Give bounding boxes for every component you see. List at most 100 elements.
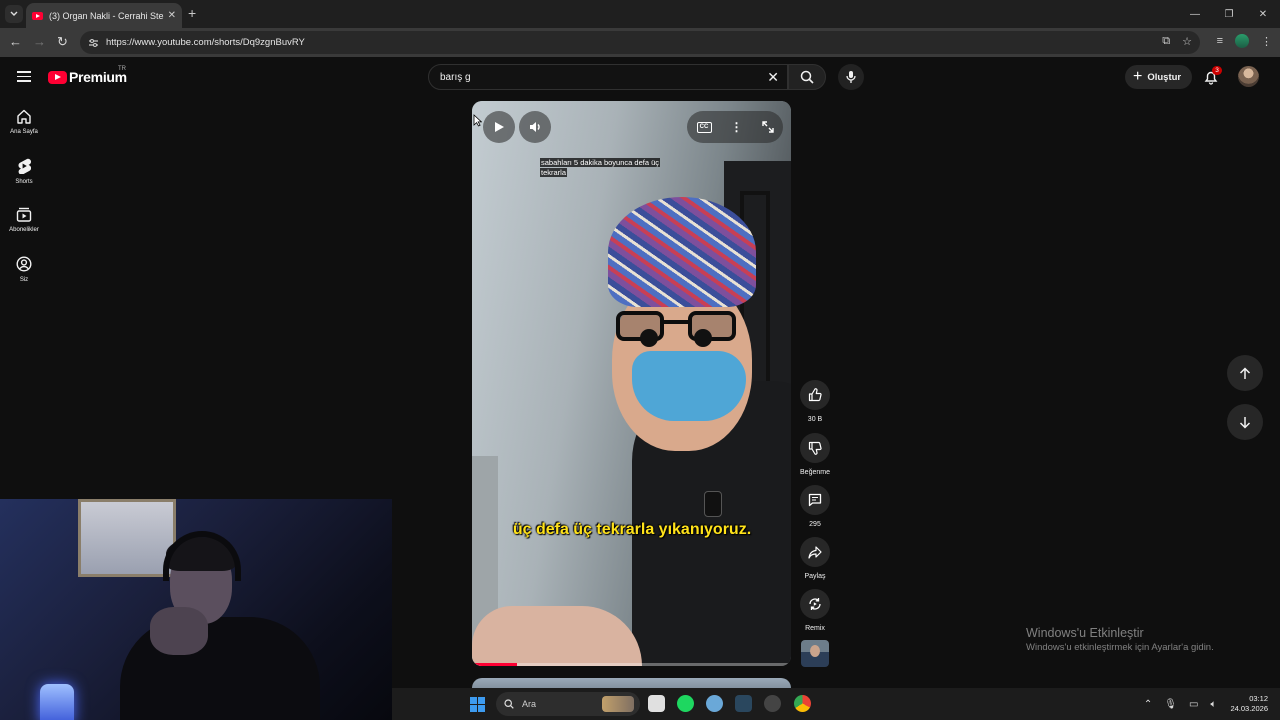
tray-network-icon[interactable]: ▭ (1189, 699, 1198, 710)
forward-arrow-icon[interactable]: → (33, 34, 46, 50)
youtube-logo-icon (48, 70, 67, 84)
sound-thumbnail[interactable] (801, 640, 829, 667)
site-info-icon[interactable] (86, 36, 100, 50)
home-icon (17, 109, 31, 124)
guide-item-label: Abonelikler (9, 227, 39, 233)
guide-item-label: Siz (19, 277, 29, 283)
search-button[interactable] (788, 64, 826, 90)
media-control-icon[interactable]: ≡ (1217, 35, 1223, 47)
webcam-lamp (40, 684, 74, 720)
create-label: Oluştur (1147, 71, 1182, 83)
remix-action[interactable]: Remix (797, 589, 833, 632)
windows-activation-watermark: Windows'u Etkinleştir Windows'u etkinleş… (1026, 626, 1214, 653)
next-short-button[interactable] (1227, 404, 1263, 440)
video-scene-lapel-mic (704, 491, 722, 517)
guide-item-shorts[interactable]: Shorts (0, 158, 48, 185)
tab-search-button[interactable] (5, 5, 23, 23)
video-scene-surgical-cap (608, 197, 756, 307)
volume-button[interactable] (519, 111, 551, 143)
clock-date: 24.03.2026 (1230, 704, 1268, 713)
mouse-cursor-icon (473, 114, 482, 127)
thumbs-down-icon (808, 441, 822, 455)
browser-toolbar: ← → ↻ https://www.youtube.com/shorts/Dq9… (0, 28, 1280, 57)
remix-button[interactable] (800, 589, 830, 619)
minimize-icon[interactable]: — (1178, 0, 1212, 28)
captions-button[interactable]: CC (696, 121, 712, 133)
screen: (3) Organ Nakli - Cerrahi Steril ✕ + — ❐… (0, 0, 1280, 720)
taskbar-search[interactable]: Ara (496, 692, 640, 716)
dislike-button[interactable] (800, 433, 830, 463)
browser-tab-active[interactable]: (3) Organ Nakli - Cerrahi Steril ✕ (26, 3, 182, 28)
new-tab-button[interactable]: + (188, 5, 196, 21)
share-icon (808, 545, 822, 559)
windows-taskbar: Ara ⌃ 🎙︎ ▭ 🔈︎ 03:12 24.03.2026 (392, 688, 1280, 720)
clear-search-icon[interactable]: ✕ (767, 69, 779, 85)
comments-button[interactable] (800, 485, 830, 515)
browser-tab-strip: (3) Organ Nakli - Cerrahi Steril ✕ + — ❐… (0, 0, 1280, 28)
shorts-icon (18, 158, 31, 174)
file-explorer-icon[interactable] (648, 695, 665, 712)
close-window-icon[interactable]: ✕ (1246, 0, 1280, 28)
address-bar[interactable]: https://www.youtube.com/shorts/Dq9zgnBuv… (80, 31, 1200, 54)
account-avatar[interactable] (1238, 66, 1259, 87)
more-options-icon[interactable]: ⋮ (731, 121, 743, 133)
install-app-icon[interactable]: ⧉ (1162, 35, 1170, 48)
create-button[interactable]: + Oluştur (1125, 65, 1193, 89)
notification-badge: 3 (1212, 66, 1222, 75)
spotify-icon[interactable] (677, 695, 694, 712)
youtube-favicon-icon (32, 11, 43, 20)
auto-caption: sabahları 5 dakika boyunca defa üç tekra… (540, 158, 670, 178)
network-app-icon[interactable] (706, 695, 723, 712)
youtube-masthead: Premium TR barış g ✕ + Oluştur 3 (0, 57, 1280, 97)
like-button[interactable] (800, 380, 830, 410)
dislike-label: Beğenme (800, 469, 830, 476)
voice-search-button[interactable] (838, 64, 864, 90)
start-button[interactable] (470, 697, 485, 712)
menu-icon[interactable] (17, 71, 31, 82)
url-text: https://www.youtube.com/shorts/Dq9zgnBuv… (106, 37, 305, 48)
remix-icon (809, 598, 821, 610)
guide-item-label: Shorts (15, 179, 33, 185)
search-icon (504, 699, 514, 709)
country-code: TR (118, 66, 126, 72)
youtube-premium-logo[interactable]: Premium TR (48, 66, 127, 85)
share-button[interactable] (800, 537, 830, 567)
reload-icon[interactable]: ↻ (57, 34, 68, 50)
guide-item-subscriptions[interactable]: Abonelikler (0, 207, 48, 233)
browser-menu-icon[interactable]: ⋮ (1261, 35, 1272, 48)
microphone-icon (846, 71, 856, 83)
clock-time: 03:12 (1249, 694, 1268, 703)
fullscreen-icon[interactable] (761, 121, 774, 133)
previous-short-button[interactable] (1227, 355, 1263, 391)
tray-overflow-icon[interactable]: ⌃ (1144, 699, 1152, 710)
comments-action[interactable]: 295 (797, 485, 833, 528)
guide-item-label: Ana Sayfa (10, 129, 38, 135)
tab-close-icon[interactable]: ✕ (168, 10, 176, 21)
guide-item-home[interactable]: Ana Sayfa (0, 109, 48, 135)
thumbs-up-icon (808, 388, 822, 402)
taskbar-clock[interactable]: 03:12 24.03.2026 (1230, 694, 1280, 714)
chevron-down-icon (10, 11, 18, 16)
browser-profile-avatar[interactable] (1235, 34, 1249, 48)
restore-icon[interactable]: ❐ (1212, 0, 1246, 28)
tray-microphone-icon[interactable]: 🎙︎ (1164, 699, 1177, 710)
share-action[interactable]: Paylaş (797, 537, 833, 580)
shorts-video-player[interactable]: CC ⋮ sabahları 5 dakika boyunca defa üç … (472, 101, 791, 666)
search-input[interactable]: barış g ✕ (428, 64, 788, 90)
play-button[interactable] (483, 111, 515, 143)
plus-icon: + (1133, 68, 1143, 85)
steam-icon[interactable] (735, 695, 752, 712)
guide-item-you[interactable]: Siz (0, 256, 48, 283)
arrow-up-icon (1239, 366, 1251, 379)
tray-volume-icon[interactable]: 🔈︎ (1210, 699, 1216, 710)
back-arrow-icon[interactable]: ← (9, 34, 22, 50)
like-action[interactable]: 30 B (797, 380, 833, 423)
dislike-action[interactable]: Beğenme (797, 433, 833, 476)
player-options-group: CC ⋮ (687, 111, 783, 143)
chrome-icon[interactable] (794, 695, 811, 712)
video-progress-bar[interactable] (472, 663, 791, 666)
bookmark-star-icon[interactable]: ☆ (1182, 35, 1192, 48)
you-icon (16, 256, 32, 272)
search-highlight-image (602, 696, 634, 712)
discord-icon[interactable] (764, 695, 781, 712)
